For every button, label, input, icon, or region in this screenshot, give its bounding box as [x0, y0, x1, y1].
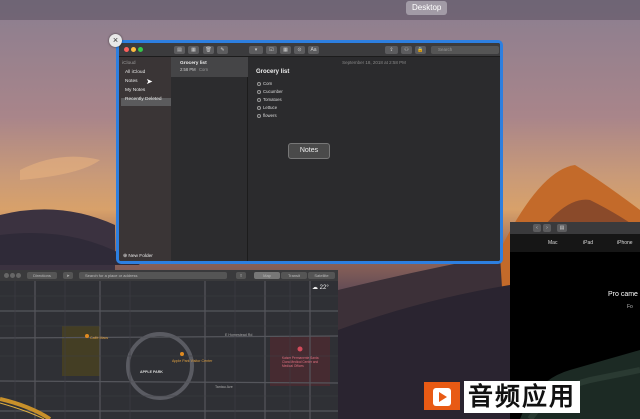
maps-toolbar: Directions ➤ Search for a place or addre… — [0, 270, 338, 281]
search-input[interactable]: Search — [431, 46, 499, 54]
note-list: Grocery list 2:58 PM Corn — [171, 57, 248, 261]
checklist-item[interactable]: Corn — [257, 81, 272, 86]
lock-icon[interactable]: 🔒 — [415, 46, 426, 54]
checkbox-icon[interactable] — [257, 113, 261, 118]
watermark-text: 音频应用 — [464, 381, 581, 413]
weather-label: ☁ 22° — [312, 285, 329, 291]
directions-button[interactable]: Directions — [27, 272, 57, 279]
checkbox-icon[interactable] — [257, 97, 261, 102]
location-arrow-icon[interactable]: ➤ — [63, 272, 73, 279]
share-icon[interactable]: ⇪ — [385, 46, 398, 54]
table-icon[interactable]: ▦ — [280, 46, 291, 54]
lock-menu-icon[interactable]: ▾ — [249, 46, 263, 54]
trash-icon[interactable]: 🗑 — [203, 46, 214, 54]
checklist-item-label: flowers — [263, 113, 277, 118]
attachment-icon[interactable]: ⊙ — [294, 46, 305, 54]
window-title-label: Notes — [288, 143, 330, 159]
notes-sidebar: iCloud All iCloud Notes My Notes Recentl… — [119, 57, 171, 261]
note-title: Grocery list — [180, 61, 207, 66]
close-dot-icon[interactable] — [4, 273, 9, 278]
map-label-caffe[interactable]: Caffè Macs — [90, 336, 108, 340]
hero-headline: Pro came — [608, 291, 638, 298]
safari-toolbar: ‹ › ▤ — [510, 222, 640, 234]
checkbox-icon[interactable] — [257, 81, 261, 86]
checklist-item[interactable]: Cucumber — [257, 89, 283, 94]
checklist-item[interactable]: Tomatoes — [257, 97, 282, 102]
note-heading: Grocery list — [256, 69, 290, 75]
note-list-item[interactable]: Grocery list 2:58 PM Corn — [171, 57, 248, 77]
gallery-view-icon[interactable]: ▦ — [188, 46, 199, 54]
desktop-top-strip — [0, 0, 640, 20]
close-window-icon[interactable]: × — [109, 34, 122, 47]
notes-toolbar: ▤ ▦ 🗑 ✎ ▾ ☑ ▦ ⊙ Aa ⇪ ⚇ 🔒 Search — [119, 43, 500, 57]
sidebar-section-label: iCloud — [122, 61, 136, 66]
mouse-cursor-icon: ➤ — [146, 77, 153, 86]
close-dot-icon[interactable] — [124, 47, 129, 52]
back-icon[interactable]: ‹ — [533, 224, 541, 232]
new-folder-label: New Folder — [128, 254, 153, 259]
watermark-logo: 音频应用 — [424, 381, 636, 413]
checklist-item-label: Lettuce — [263, 105, 278, 110]
share-icon[interactable]: ⇪ — [236, 272, 246, 279]
tab-transit[interactable]: Transit — [281, 272, 307, 279]
map-search-input[interactable]: Search for a place or address — [79, 272, 227, 279]
weather-temp: 22° — [319, 285, 329, 291]
note-preview: Corn — [199, 67, 209, 72]
compose-icon[interactable]: ✎ — [217, 46, 228, 54]
tab-map[interactable]: Map — [254, 272, 280, 279]
note-date: September 18, 2018 at 2:58 PM — [342, 60, 406, 65]
checklist-icon[interactable]: ☑ — [266, 46, 277, 54]
note-editor[interactable]: September 18, 2018 at 2:58 PM Grocery li… — [248, 57, 500, 261]
checkbox-icon[interactable] — [257, 89, 261, 94]
map-label-homestead: E Homestead Rd — [225, 333, 253, 337]
checklist-item[interactable]: flowers — [257, 113, 277, 118]
desktop-label[interactable]: Desktop — [406, 1, 448, 15]
checklist-item-label: Cucumber — [263, 89, 283, 94]
collaborate-icon[interactable]: ⚇ — [401, 46, 412, 54]
checklist-item-label: Corn — [263, 81, 273, 86]
map-roads — [0, 281, 338, 419]
sidebar-icon[interactable]: ▤ — [557, 224, 567, 232]
minimize-dot-icon[interactable] — [10, 273, 15, 278]
sidebar-toggle-icon[interactable]: ▤ — [174, 46, 185, 54]
minimize-dot-icon[interactable] — [131, 47, 136, 52]
format-button[interactable]: Aa — [308, 46, 319, 54]
note-time: 2:58 PM — [180, 67, 196, 72]
maps-window[interactable]: Directions ➤ Search for a place or addre… — [0, 270, 338, 419]
zoom-dot-icon[interactable] — [138, 47, 143, 52]
forward-icon[interactable]: › — [543, 224, 551, 232]
tab-satellite[interactable]: Satellite — [308, 272, 335, 279]
sidebar-item-notes[interactable]: Notes — [125, 79, 138, 84]
watermark-mark — [424, 382, 460, 410]
map-label-tantau: Tantau Ave — [215, 385, 233, 389]
hero-subline: Fo — [627, 304, 633, 310]
checkbox-icon[interactable] — [257, 105, 261, 110]
nav-iphone[interactable]: iPhone — [617, 240, 633, 246]
map-label-kaiser[interactable]: Kaiser Permanente Santa Clara Medical Ce… — [282, 356, 324, 368]
sidebar-item-recently-deleted[interactable]: Recently Deleted — [125, 97, 162, 102]
checklist-item[interactable]: Lettuce — [257, 105, 277, 110]
apple-nav-bar: Mac iPad iPhone — [510, 234, 640, 252]
new-folder-button[interactable]: ⊕ New Folder — [123, 254, 153, 259]
zoom-dot-icon[interactable] — [16, 273, 21, 278]
map-label-apple-park[interactable]: APPLE PARK — [140, 370, 163, 374]
nav-ipad[interactable]: iPad — [583, 240, 593, 246]
play-icon — [433, 388, 451, 406]
map-canvas[interactable]: ☁ 22° APPLE PARK Apple Park Visitor Cent… — [0, 281, 338, 419]
checklist-item-label: Tomatoes — [263, 97, 282, 102]
map-label-visitor-center[interactable]: Apple Park Visitor Center — [172, 359, 212, 363]
nav-mac[interactable]: Mac — [548, 240, 557, 246]
sidebar-item-my-notes[interactable]: My Notes — [125, 88, 145, 93]
sidebar-item-all-icloud[interactable]: All iCloud — [125, 70, 145, 75]
